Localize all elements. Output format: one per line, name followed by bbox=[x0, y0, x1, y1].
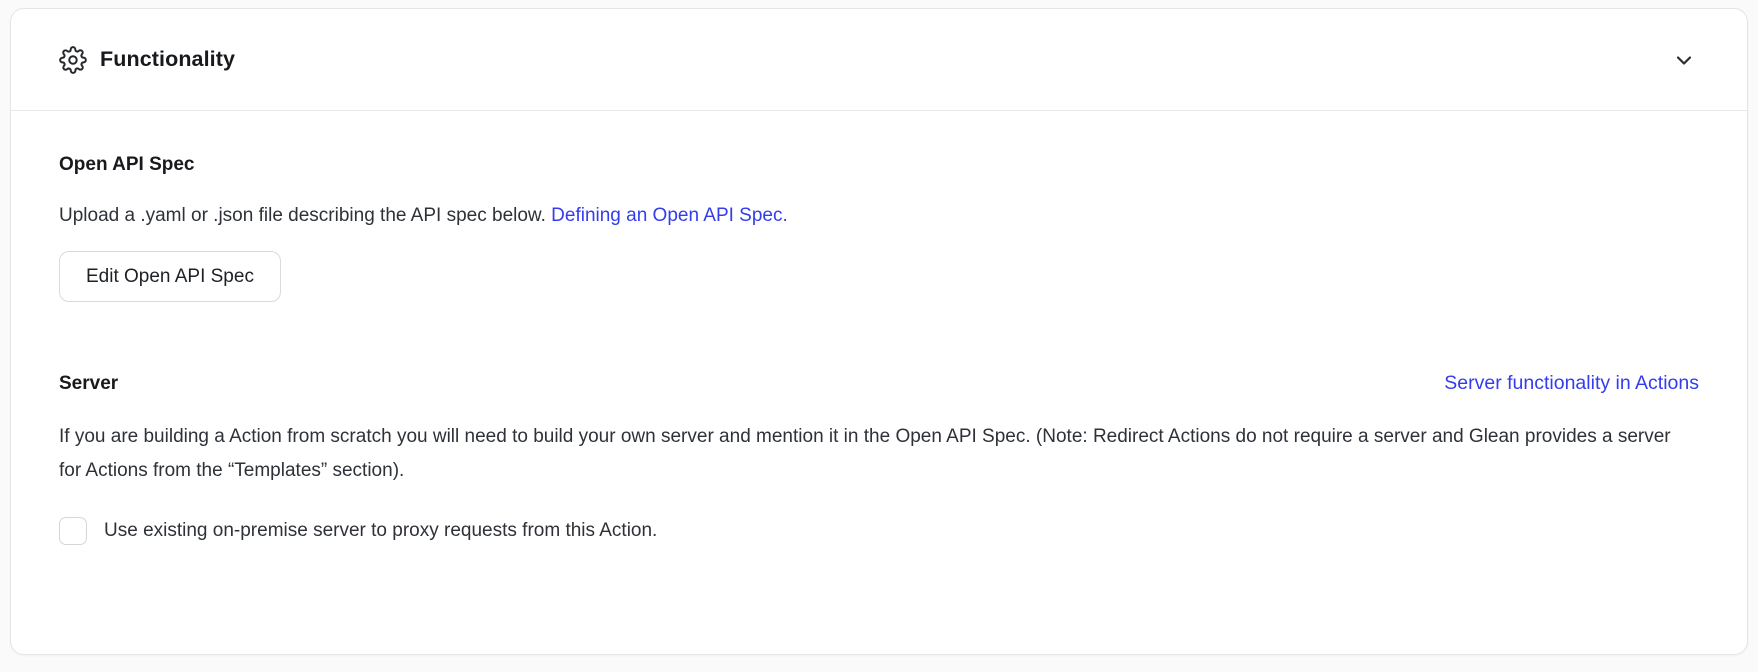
panel-header: Functionality bbox=[11, 9, 1747, 111]
on-premise-checkbox-label: Use existing on-premise server to proxy … bbox=[104, 514, 657, 548]
chevron-down-icon bbox=[1672, 48, 1696, 72]
open-api-spec-section: Open API Spec Upload a .yaml or .json fi… bbox=[59, 153, 1699, 302]
panel-header-left: Functionality bbox=[59, 46, 1669, 74]
open-api-spec-heading: Open API Spec bbox=[59, 153, 1699, 177]
panel-body: Open API Spec Upload a .yaml or .json fi… bbox=[11, 111, 1747, 548]
server-heading: Server bbox=[59, 372, 118, 396]
on-premise-checkbox-row: Use existing on-premise server to proxy … bbox=[59, 514, 1699, 548]
panel-title: Functionality bbox=[100, 47, 235, 72]
server-description: If you are building a Action from scratc… bbox=[59, 420, 1693, 488]
gear-icon bbox=[59, 46, 87, 74]
functionality-panel: Functionality Open API Spec Upload a .ya… bbox=[10, 8, 1748, 655]
server-section-header-row: Server Server functionality in Actions bbox=[59, 372, 1699, 396]
open-api-spec-description: Upload a .yaml or .json file describing … bbox=[59, 199, 1699, 233]
defining-open-api-spec-link[interactable]: Defining an Open API Spec. bbox=[551, 205, 788, 226]
edit-open-api-spec-button[interactable]: Edit Open API Spec bbox=[59, 251, 281, 302]
open-api-spec-description-text: Upload a .yaml or .json file describing … bbox=[59, 205, 546, 226]
collapse-panel-button[interactable] bbox=[1669, 45, 1699, 75]
server-section: Server Server functionality in Actions I… bbox=[59, 372, 1699, 548]
server-functionality-link[interactable]: Server functionality in Actions bbox=[1444, 372, 1699, 395]
on-premise-checkbox[interactable] bbox=[59, 517, 87, 545]
